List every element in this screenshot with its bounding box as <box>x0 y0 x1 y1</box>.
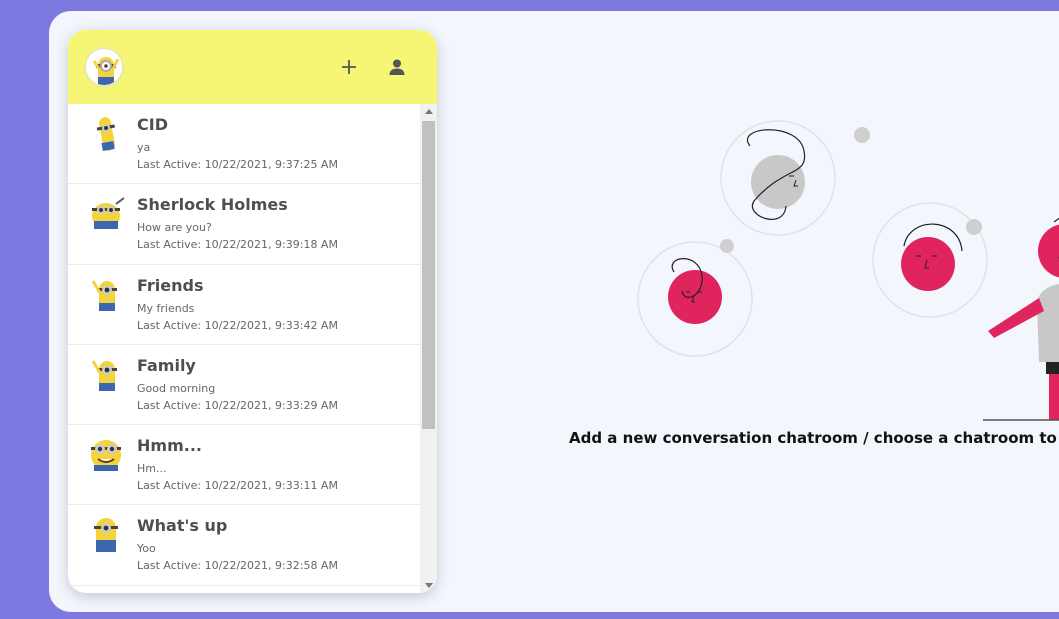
chat-last-active: Last Active: 10/22/2021, 9:33:29 AM <box>137 398 338 412</box>
chat-last-message: Hm... <box>137 462 167 476</box>
chat-last-message: How are you? <box>137 221 212 235</box>
chat-sidebar: CID ya Last Active: 10/22/2021, 9:37:25 … <box>68 30 437 593</box>
list-item[interactable]: Hmm... Hm... Last Active: 10/22/2021, 9:… <box>68 425 420 506</box>
chat-last-message: Yoo <box>137 542 156 556</box>
chat-last-message: Good morning <box>137 381 216 395</box>
person-icon <box>389 59 405 75</box>
chat-last-message: My friends <box>137 301 195 315</box>
chat-last-active: Last Active: 10/22/2021, 9:32:58 AM <box>137 559 338 573</box>
chat-avatar <box>86 194 126 234</box>
list-item[interactable]: What's up Yoo Last Active: 10/22/2021, 9… <box>68 505 420 586</box>
chat-last-message: ya <box>137 141 151 154</box>
add-chatroom-button[interactable] <box>336 54 362 80</box>
list-item[interactable]: Friends My friends Last Active: 10/22/20… <box>68 265 420 345</box>
profile-button[interactable] <box>384 54 410 80</box>
chat-last-active: Last Active: 10/22/2021, 9:33:11 AM <box>137 479 338 493</box>
sidebar-header <box>68 30 437 104</box>
chat-avatar <box>86 435 126 475</box>
scroll-down-arrow-icon[interactable] <box>420 579 437 593</box>
chat-illustration <box>637 120 1059 421</box>
chat-last-active: Last Active: 10/22/2021, 9:33:42 AM <box>137 318 338 332</box>
chat-last-active: Last Active: 10/22/2021, 9:37:25 AM <box>137 158 338 171</box>
chat-list: CID ya Last Active: 10/22/2021, 9:37:25 … <box>68 104 420 593</box>
list-item[interactable]: Family Good morning Last Active: 10/22/2… <box>68 345 420 426</box>
chat-avatar <box>86 275 126 315</box>
chat-name: Hmm... <box>137 436 202 456</box>
app-container: CID ya Last Active: 10/22/2021, 9:37:25 … <box>49 11 1059 612</box>
empty-state-message: Add a new conversation chatroom / choose… <box>569 429 1059 447</box>
chat-last-active: Last Active: 10/22/2021, 9:39:18 AM <box>137 238 338 252</box>
scroll-up-arrow-icon[interactable] <box>420 104 437 118</box>
chat-name: CID <box>137 115 168 134</box>
chat-avatar <box>86 355 126 395</box>
list-item[interactable]: CID ya Last Active: 10/22/2021, 9:37:25 … <box>68 104 420 185</box>
chat-name: Family <box>137 355 196 375</box>
chat-name: Sherlock Holmes <box>137 195 288 215</box>
chat-name: What's up <box>137 516 228 536</box>
chat-list-scrollbar[interactable] <box>420 104 437 593</box>
user-avatar[interactable] <box>84 47 124 87</box>
chat-avatar <box>86 515 126 555</box>
chat-name: Friends <box>137 275 204 295</box>
scroll-thumb[interactable] <box>422 121 435 429</box>
plus-icon <box>342 60 356 74</box>
list-item[interactable]: Sherlock Holmes How are you? Last Active… <box>68 184 420 265</box>
chat-avatar <box>86 114 126 154</box>
